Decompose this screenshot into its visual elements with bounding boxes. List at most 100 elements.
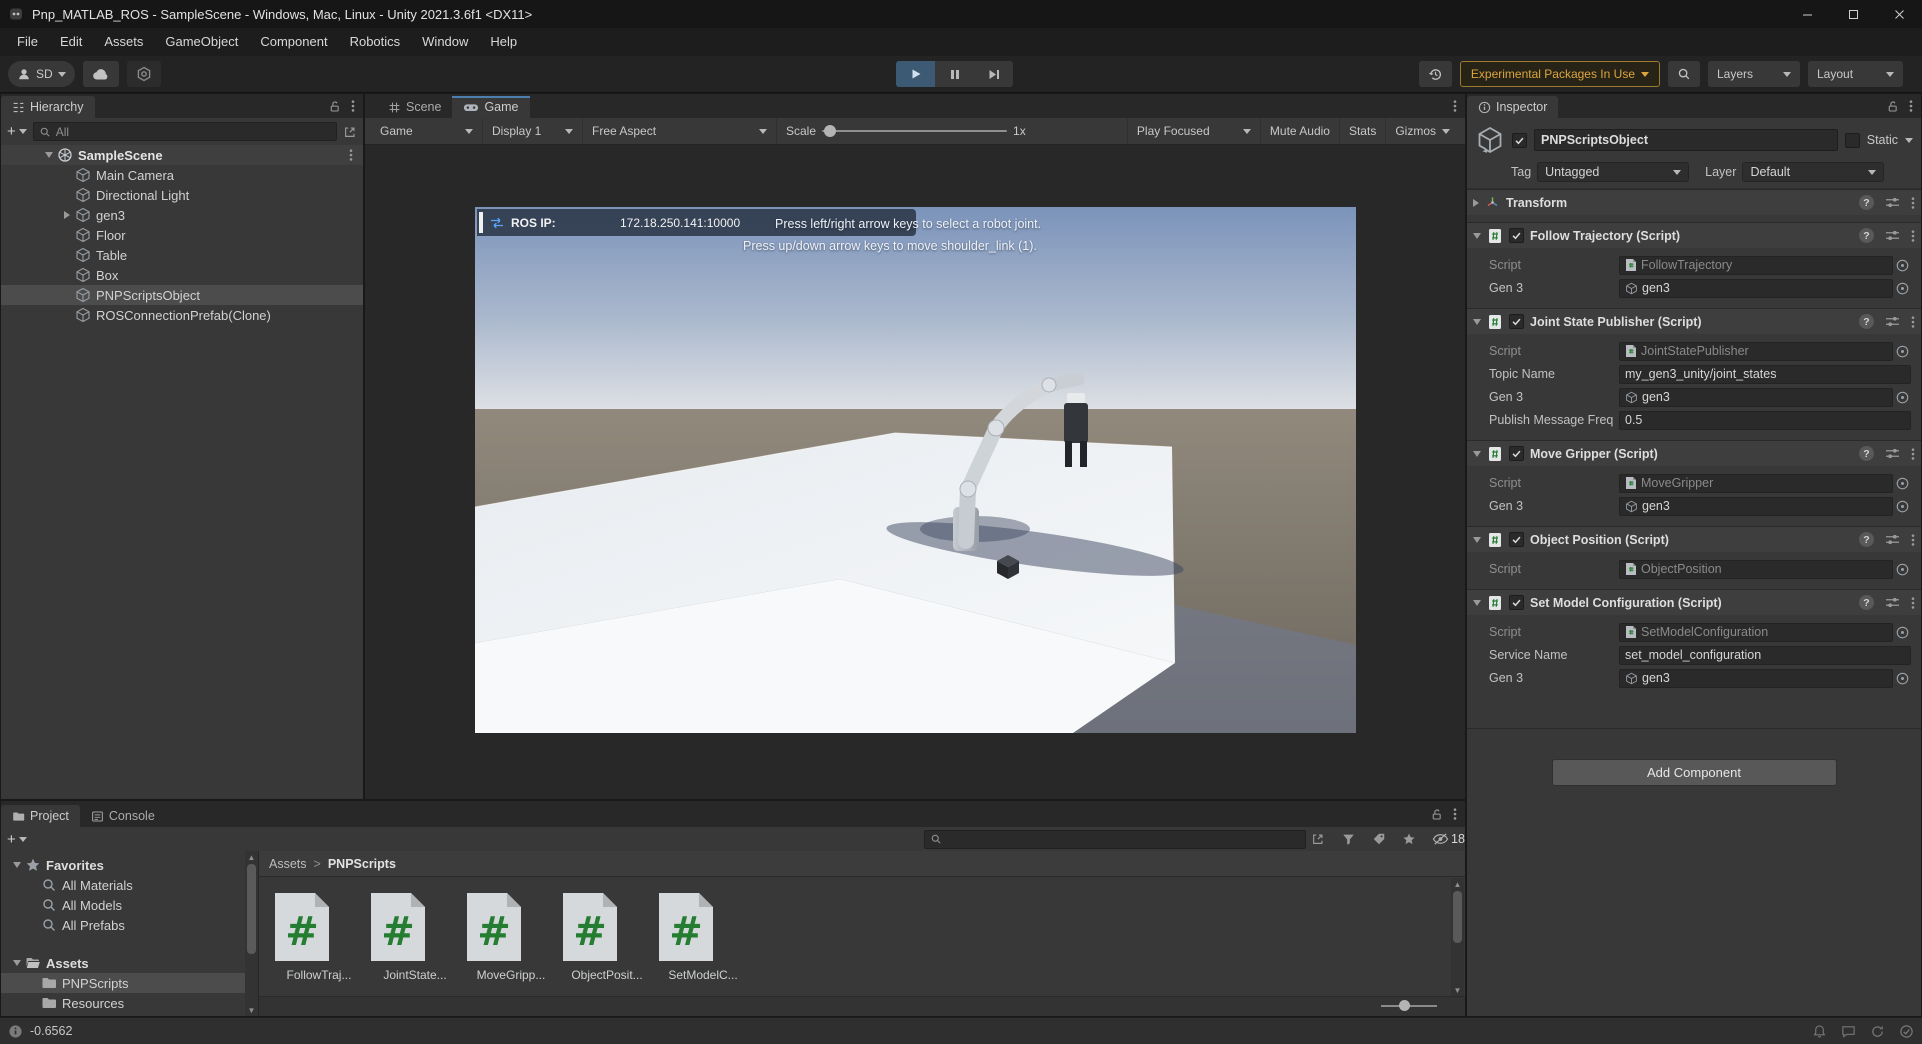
tree-scrollbar[interactable]: ▲ ▼ [245,851,258,1016]
hierarchy-item-table[interactable]: Table [1,245,363,265]
static-dropdown-caret[interactable] [1905,138,1913,143]
kebab-menu-icon[interactable] [1453,99,1457,113]
tag-dropdown[interactable]: Untagged [1537,162,1689,182]
active-checkbox[interactable] [1512,133,1527,148]
help-icon[interactable]: ? [1859,532,1874,547]
layout-dropdown[interactable]: Layout [1808,61,1903,87]
object-picker-icon[interactable] [1895,562,1910,577]
field-value-script[interactable]: SetModelConfiguration [1619,623,1893,642]
tab-inspector[interactable]: Inspector [1467,96,1558,118]
static-checkbox[interactable] [1845,133,1860,148]
component-header-joint-state-publisher-script[interactable]: Joint State Publisher (Script)? [1467,309,1921,334]
refresh-icon[interactable] [1870,1024,1885,1039]
scrollbar-thumb[interactable] [1453,891,1462,943]
object-picker-icon[interactable] [1895,476,1910,491]
preset-icon[interactable] [1885,533,1900,546]
scroll-up-icon[interactable]: ▲ [245,851,258,863]
component-header-follow-trajectory-script[interactable]: Follow Trajectory (Script)? [1467,223,1921,248]
component-header-object-position-script[interactable]: Object Position (Script)? [1467,527,1921,552]
field-value-gen-3[interactable]: gen3 [1619,669,1893,688]
close-button[interactable] [1876,0,1922,28]
kebab-menu-icon[interactable] [1911,596,1915,610]
menu-robotics[interactable]: Robotics [339,28,412,56]
menu-edit[interactable]: Edit [49,28,93,56]
project-tree-item-pnpscripts[interactable]: PNPScripts [1,973,258,993]
component-enabled-checkbox[interactable] [1509,532,1524,547]
foldout-closed-icon[interactable] [1473,199,1479,207]
preset-icon[interactable] [1885,447,1900,460]
lock-open-icon[interactable] [328,100,341,113]
tab-scene[interactable]: Scene [377,96,452,118]
search-window-icon[interactable] [1311,832,1325,846]
project-tree-item-resources[interactable]: Resources [1,993,258,1013]
project-tree-item-partial[interactable] [1,1013,258,1016]
pause-button[interactable] [935,61,974,87]
account-dropdown[interactable]: SD [8,61,75,87]
help-icon[interactable]: ? [1859,446,1874,461]
help-icon[interactable]: ? [1859,595,1874,610]
create-asset-button[interactable]: + [7,831,27,848]
field-value-gen-3[interactable]: gen3 [1619,388,1893,407]
scroll-down-icon[interactable]: ▼ [1451,984,1464,996]
cloud-services-button[interactable] [83,61,119,87]
hierarchy-item-main-camera[interactable]: Main Camera [1,165,363,185]
gameobject-name-field[interactable]: PNPScriptsObject [1534,129,1838,151]
maximize-button[interactable] [1830,0,1876,28]
component-enabled-checkbox[interactable] [1509,446,1524,461]
preset-icon[interactable] [1885,596,1900,609]
menu-help[interactable]: Help [479,28,528,56]
scroll-down-icon[interactable]: ▼ [245,1004,258,1016]
gizmos-dropdown[interactable]: Gizmos [1386,118,1459,144]
mute-audio-toggle[interactable]: Mute Audio [1261,118,1340,144]
component-enabled-checkbox[interactable] [1509,314,1524,329]
layer-dropdown[interactable]: Default [1742,162,1884,182]
foldout-open-icon[interactable] [13,960,21,966]
component-enabled-checkbox[interactable] [1509,228,1524,243]
minimize-button[interactable] [1784,0,1830,28]
asset-objectposit[interactable]: #ObjectPosit... [561,891,653,982]
breadcrumb-root[interactable]: Assets [269,857,307,871]
tab-hierarchy[interactable]: Hierarchy [1,96,95,118]
foldout-open-icon[interactable] [1473,600,1481,606]
filter-by-type-icon[interactable] [1341,832,1356,846]
content-scrollbar[interactable]: ▲ ▼ [1451,878,1464,996]
field-value-script[interactable]: FollowTrajectory [1619,256,1893,275]
field-value-gen-3[interactable]: gen3 [1619,497,1893,516]
object-picker-icon[interactable] [1895,258,1910,273]
foldout-open-icon[interactable] [1473,537,1481,543]
scale-slider[interactable] [822,130,1007,132]
icon-size-slider[interactable] [1381,1005,1437,1007]
project-tree-item-all-prefabs[interactable]: All Prefabs [1,915,258,935]
object-picker-icon[interactable] [1895,671,1910,686]
hierarchy-search-input[interactable]: All [33,122,337,141]
display-dropdown[interactable]: Display 1 [483,118,583,144]
field-value-publish-message-freq[interactable]: 0.5 [1619,411,1911,430]
menu-window[interactable]: Window [411,28,479,56]
favorites-star-icon[interactable] [1402,832,1416,846]
help-icon[interactable]: ? [1859,195,1874,210]
experimental-packages-dropdown[interactable]: Experimental Packages In Use [1460,61,1660,87]
kebab-menu-icon[interactable] [349,148,353,162]
menu-assets[interactable]: Assets [93,28,154,56]
object-picker-icon[interactable] [1895,499,1910,514]
component-header-move-gripper-script[interactable]: Move Gripper (Script)? [1467,441,1921,466]
asset-followtraj[interactable]: #FollowTraj... [273,891,365,982]
project-tree-item-favorites[interactable]: Favorites [1,855,258,875]
stats-toggle[interactable]: Stats [1340,118,1386,144]
foldout-closed-icon[interactable] [64,211,70,219]
step-button[interactable] [974,61,1013,87]
asset-jointstate[interactable]: #JointState... [369,891,461,982]
menu-file[interactable]: File [6,28,49,56]
search-button[interactable] [1668,61,1700,87]
kebab-menu-icon[interactable] [1911,447,1915,461]
kebab-menu-icon[interactable] [1911,315,1915,329]
kebab-menu-icon[interactable] [1911,533,1915,547]
tab-project[interactable]: Project [1,805,80,827]
project-tree-item-assets[interactable]: Assets [1,953,258,973]
add-component-button[interactable]: Add Component [1552,759,1837,786]
plastic-scm-button[interactable] [127,61,161,87]
object-picker-icon[interactable] [1895,390,1910,405]
scrollbar-thumb[interactable] [247,864,256,954]
play-button[interactable] [896,61,935,87]
kebab-menu-icon[interactable] [351,99,355,113]
